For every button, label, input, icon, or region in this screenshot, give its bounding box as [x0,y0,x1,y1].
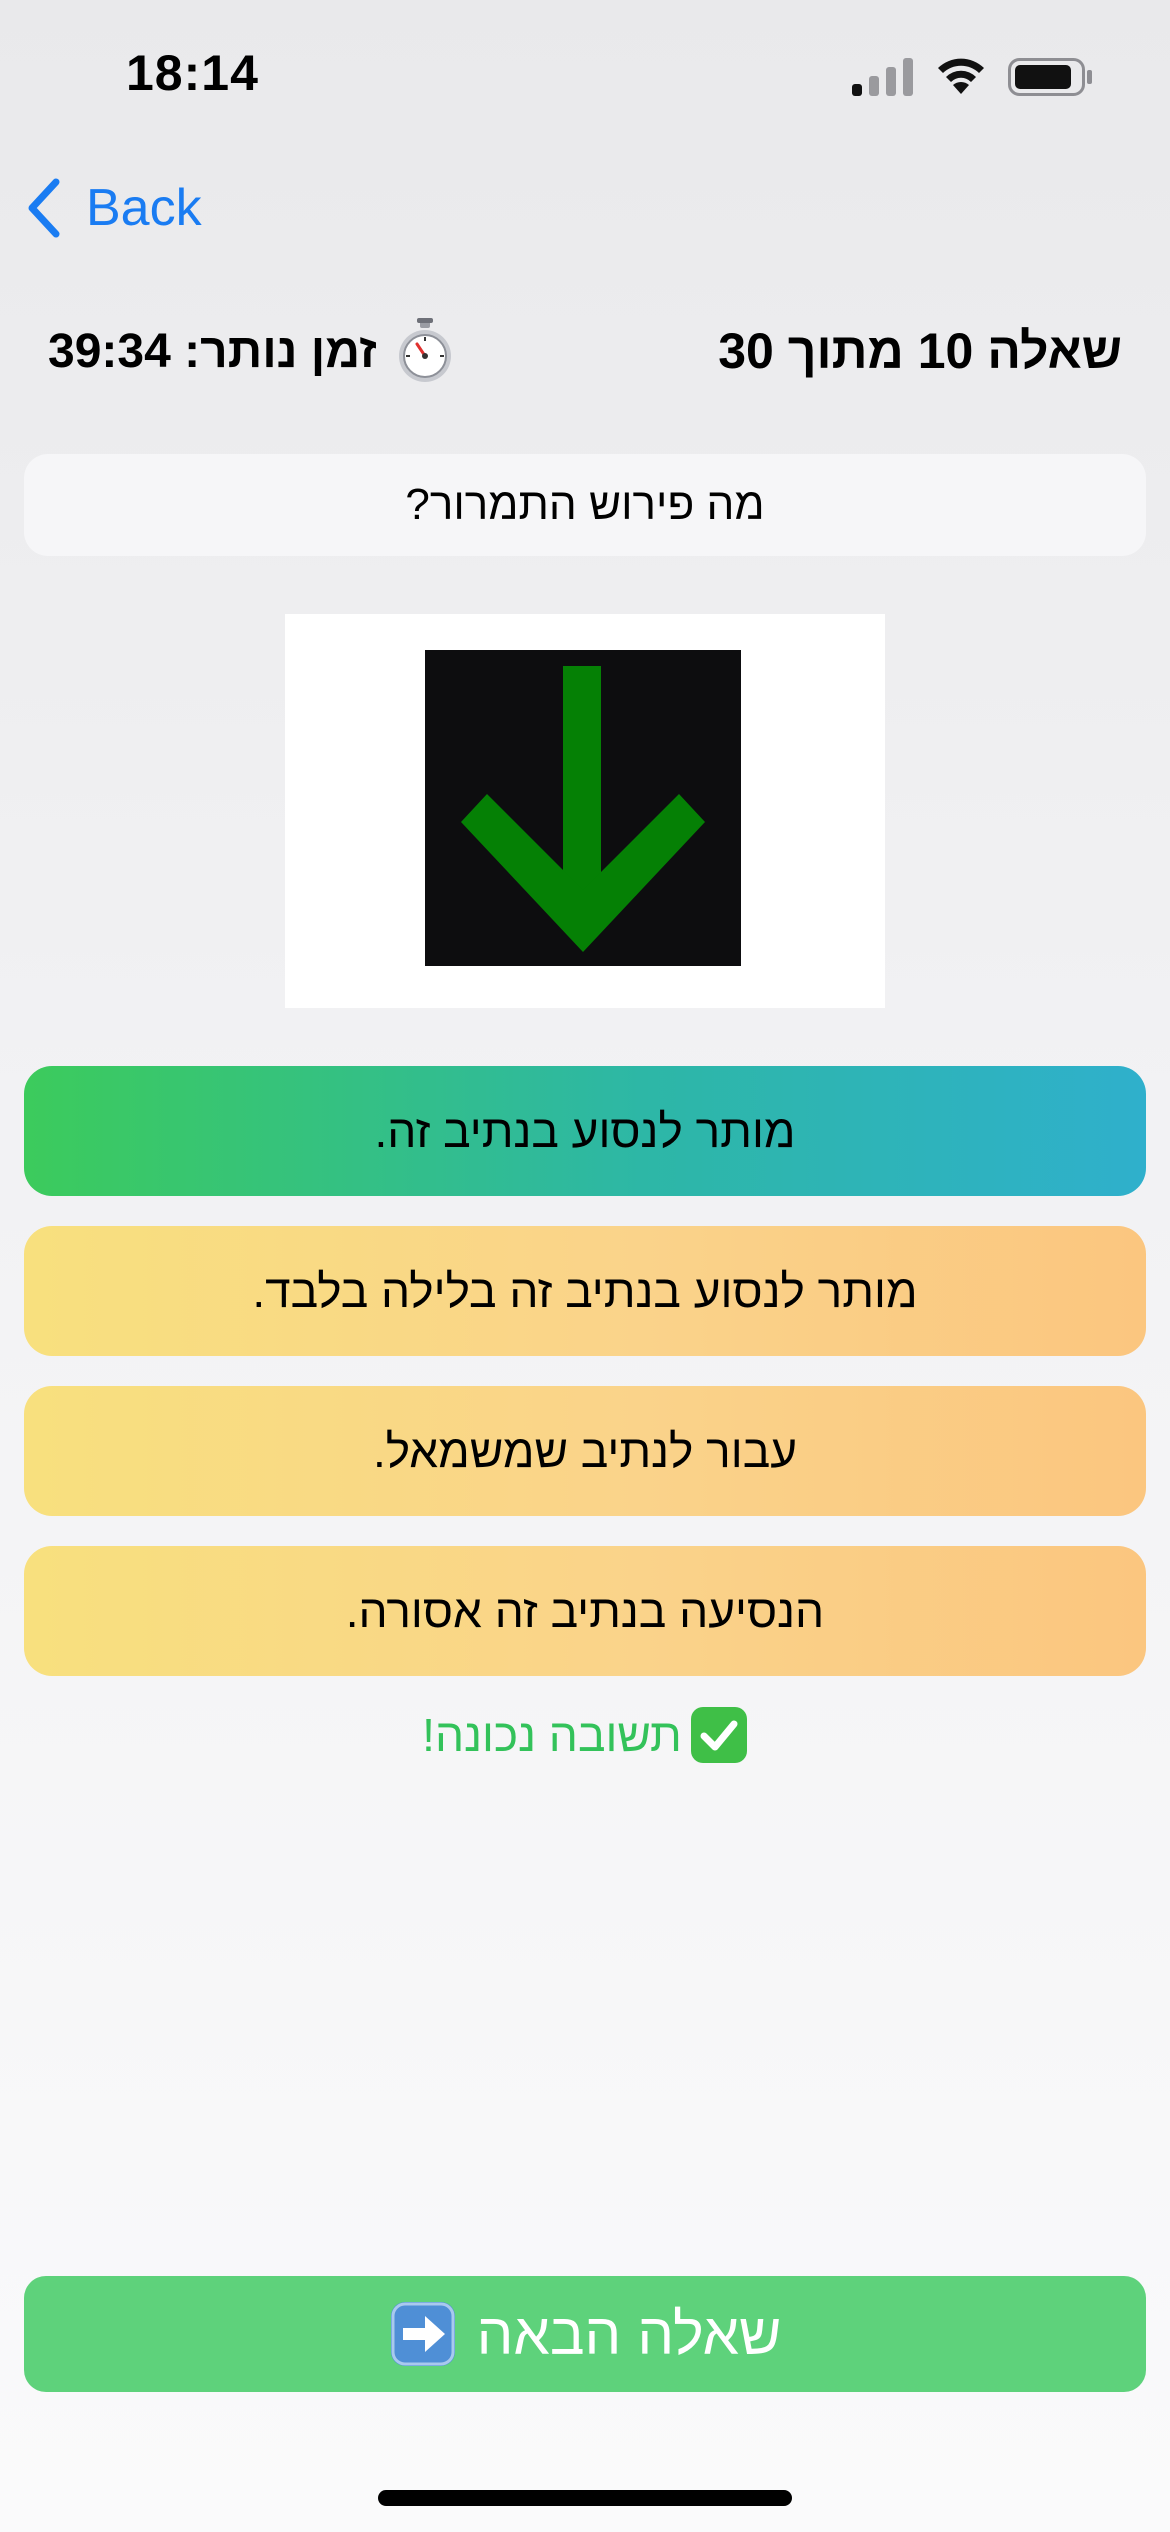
answer-option-4[interactable]: הנסיעה בנתיב זה אסורה. [24,1546,1146,1676]
stopwatch-icon [398,318,451,382]
answer-option-label: הנסיעה בנתיב זה אסורה. [345,1585,825,1637]
traffic-sign-image [285,614,885,1008]
timer-label: זמן נותר: [184,324,377,378]
check-mark-icon [690,1707,747,1763]
timer-text: זמן נותר: 39:34 [48,324,377,379]
answer-option-label: מותר לנסוע בנתיב זה. [374,1105,796,1157]
feedback-text: תשובה נכונה! [422,1709,682,1761]
down-arrow-icon [461,666,705,952]
answer-option-3[interactable]: עבור לנתיב שמשמאל. [24,1386,1146,1516]
status-bar: 18:14 [0,0,1170,150]
question-prompt-text: מה פירוש התמרור? [405,480,765,529]
status-time: 18:14 [126,45,259,101]
lane-signal-panel [425,650,741,966]
answer-option-1[interactable]: מותר לנסוע בנתיב זה. [24,1066,1146,1196]
timer-value: 39:34 [48,324,171,378]
question-counter: שאלה 10 מתוך 30 [718,323,1122,379]
next-question-label: שאלה הבאה [476,2301,782,2367]
answer-option-label: מותר לנסוע בנתיב זה בלילה בלבד. [252,1265,918,1317]
home-indicator [378,2490,792,2506]
arrow-right-icon [390,2302,455,2366]
timer: זמן נותר: 39:34 [48,318,455,384]
answer-option-2[interactable]: מותר לנסוע בנתיב זה בלילה בלבד. [24,1226,1146,1356]
battery-icon [1008,58,1092,96]
wifi-icon [938,58,984,94]
back-button[interactable]: Back [24,168,202,248]
cellular-signal-icon [852,58,913,96]
question-prompt: מה פירוש התמרור? [24,454,1146,556]
answer-option-label: עבור לנתיב שמשמאל. [373,1425,797,1477]
chevron-left-icon [28,178,60,238]
next-question-button[interactable]: שאלה הבאה [24,2276,1146,2392]
back-label: Back [86,179,202,237]
quiz-header: זמן נותר: 39:34 שאלה 10 מתוך 30 [48,316,1122,386]
answer-feedback: תשובה נכונה! [0,1700,1170,1770]
